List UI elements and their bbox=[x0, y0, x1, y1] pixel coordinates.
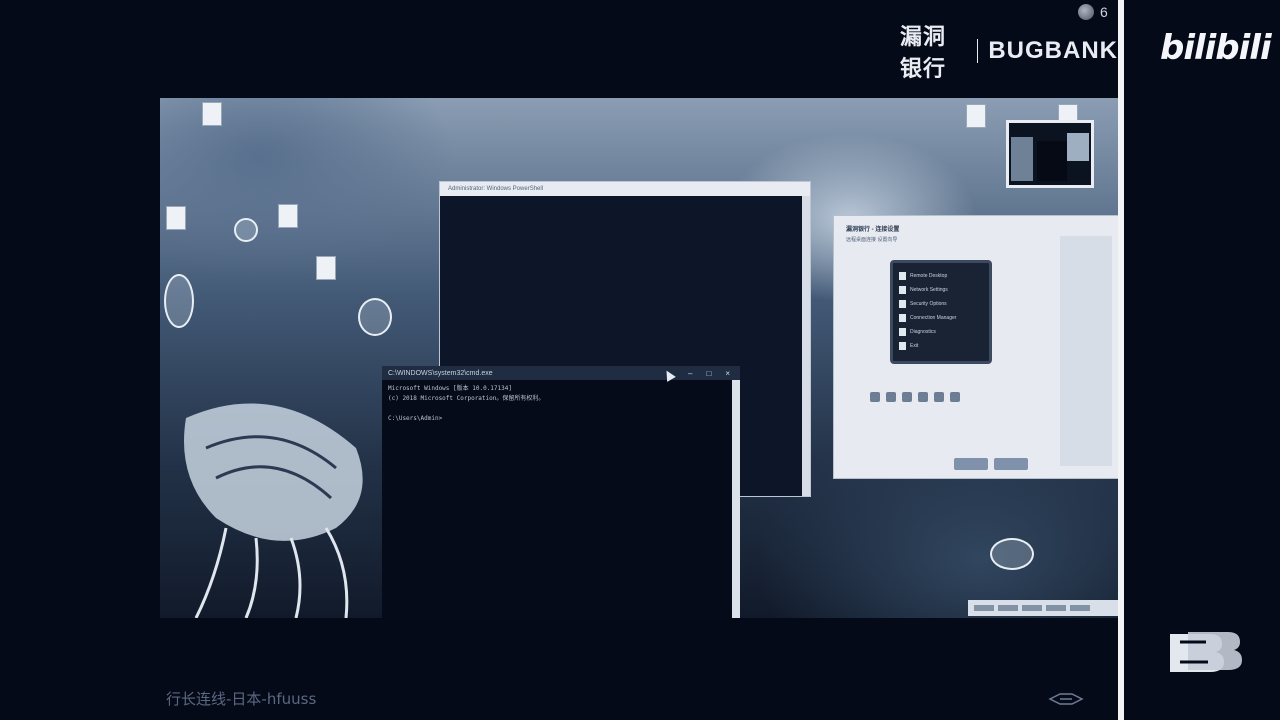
bubble-decoration bbox=[358, 298, 392, 336]
item-icon bbox=[899, 328, 906, 336]
desktop-app-icon[interactable] bbox=[278, 204, 298, 228]
bugbank-logo-icon bbox=[1170, 632, 1242, 672]
cmd-window[interactable]: C:\WINDOWS\system32\cmd.exe – □ × Micros… bbox=[382, 366, 740, 618]
cmd-window-title: C:\WINDOWS\system32\cmd.exe bbox=[388, 369, 493, 377]
window-controls: – □ × bbox=[688, 369, 740, 378]
maximize-icon[interactable]: □ bbox=[706, 369, 711, 378]
stream-caption: 行长连线-日本-hfuuss bbox=[166, 690, 317, 708]
right-side-panel bbox=[1124, 0, 1280, 720]
desktop-file-icon[interactable] bbox=[166, 206, 186, 230]
item-icon bbox=[899, 272, 906, 280]
bubble-decoration bbox=[164, 274, 194, 328]
console-prompt[interactable]: C:\Users\Admin> bbox=[388, 414, 734, 424]
desktop-document-icon[interactable] bbox=[316, 256, 336, 280]
app-side-list[interactable] bbox=[1060, 236, 1112, 466]
list-item-label: Security Options bbox=[910, 301, 947, 307]
list-item[interactable]: Remote Desktop bbox=[899, 269, 983, 283]
viewer-icon bbox=[1078, 4, 1094, 20]
taskbar-item[interactable] bbox=[998, 605, 1018, 611]
ok-button[interactable] bbox=[954, 458, 988, 470]
viewer-count: 6 bbox=[1100, 4, 1108, 20]
brand-separator bbox=[976, 39, 979, 63]
taskbar bbox=[968, 600, 1118, 616]
item-icon bbox=[899, 300, 906, 308]
app-window-subtitle: 远程桌面连接 设置向导 bbox=[846, 237, 898, 243]
app-window-header: 漏洞银行 - 连接设置 远程桌面连接 设置向导 bbox=[846, 224, 1026, 248]
thumbnail-left bbox=[1011, 137, 1033, 181]
app-menu-panel: Remote Desktop Network Settings Security… bbox=[890, 260, 992, 364]
thumbnail-right bbox=[1067, 133, 1089, 161]
cmd-scrollbar[interactable] bbox=[732, 380, 740, 618]
toolbar-icon[interactable] bbox=[870, 392, 880, 402]
preview-thumbnail[interactable] bbox=[1006, 120, 1094, 188]
brand-header: 漏洞银行 BUGBANK bbox=[900, 25, 1118, 82]
toolbar-icon[interactable] bbox=[934, 392, 944, 402]
stream-frame: 6 漏洞银行 BUGBANK Administrator: Windows Po… bbox=[0, 0, 1118, 720]
item-icon bbox=[899, 314, 906, 322]
list-item-label: Network Settings bbox=[910, 287, 948, 293]
taskbar-item[interactable] bbox=[974, 605, 994, 611]
bubble-decoration bbox=[234, 218, 258, 242]
toolbar-icon[interactable] bbox=[950, 392, 960, 402]
brand-title-en: BUGBANK bbox=[988, 37, 1118, 64]
item-icon bbox=[899, 286, 906, 294]
taskbar-item[interactable] bbox=[1022, 605, 1042, 611]
list-item-label: Diagnostics bbox=[910, 329, 936, 335]
toolbar-icon[interactable] bbox=[886, 392, 896, 402]
list-item[interactable]: Connection Manager bbox=[899, 311, 983, 325]
close-icon[interactable]: × bbox=[725, 369, 730, 378]
viewer-badge: 6 bbox=[1078, 3, 1108, 21]
taskbar-item[interactable] bbox=[1070, 605, 1090, 611]
jellyfish-wallpaper-icon bbox=[184, 403, 363, 618]
watermark-icon bbox=[1048, 693, 1084, 705]
console-line: Microsoft Windows [版本 10.0.17134] bbox=[388, 385, 512, 392]
bubble-decoration bbox=[990, 538, 1034, 570]
list-item[interactable]: Diagnostics bbox=[899, 325, 983, 339]
desktop-folder-icon[interactable] bbox=[966, 104, 986, 128]
cmd-titlebar[interactable]: C:\WINDOWS\system32\cmd.exe – □ × bbox=[382, 366, 740, 380]
list-item[interactable]: Network Settings bbox=[899, 283, 983, 297]
powershell-titlebar[interactable]: Administrator: Windows PowerShell bbox=[440, 182, 810, 196]
desktop-recycle-icon[interactable] bbox=[202, 102, 222, 126]
cmd-console[interactable]: Microsoft Windows [版本 10.0.17134] (c) 20… bbox=[382, 380, 740, 428]
brand-title-cn: 漏洞银行 bbox=[900, 25, 947, 82]
toolbar-icon[interactable] bbox=[902, 392, 912, 402]
list-item-label: Connection Manager bbox=[910, 315, 957, 321]
connection-settings-window[interactable]: 漏洞银行 - 连接设置 远程桌面连接 设置向导 Remote Desktop N… bbox=[834, 216, 1118, 478]
app-window-title: 漏洞银行 - 连接设置 bbox=[846, 227, 900, 233]
list-item-label: Remote Desktop bbox=[910, 273, 948, 279]
console-line: (c) 2018 Microsoft Corporation。保留所有权利。 bbox=[388, 395, 545, 402]
minimize-icon[interactable]: – bbox=[688, 369, 692, 378]
toolbar-icon[interactable] bbox=[918, 392, 928, 402]
item-icon bbox=[899, 342, 906, 350]
powershell-scrollbar[interactable] bbox=[802, 196, 810, 496]
thumbnail-center bbox=[1037, 141, 1067, 181]
taskbar-item[interactable] bbox=[1046, 605, 1066, 611]
bilibili-logo: bilibili bbox=[1160, 28, 1272, 68]
cancel-button[interactable] bbox=[994, 458, 1028, 470]
list-item[interactable]: Security Options bbox=[899, 297, 983, 311]
app-toolbar bbox=[870, 392, 1020, 406]
list-item-label: Exit bbox=[910, 343, 919, 349]
remote-desktop-view: Administrator: Windows PowerShell 漏洞银行 -… bbox=[160, 98, 1118, 618]
list-item[interactable]: Exit bbox=[899, 339, 983, 353]
